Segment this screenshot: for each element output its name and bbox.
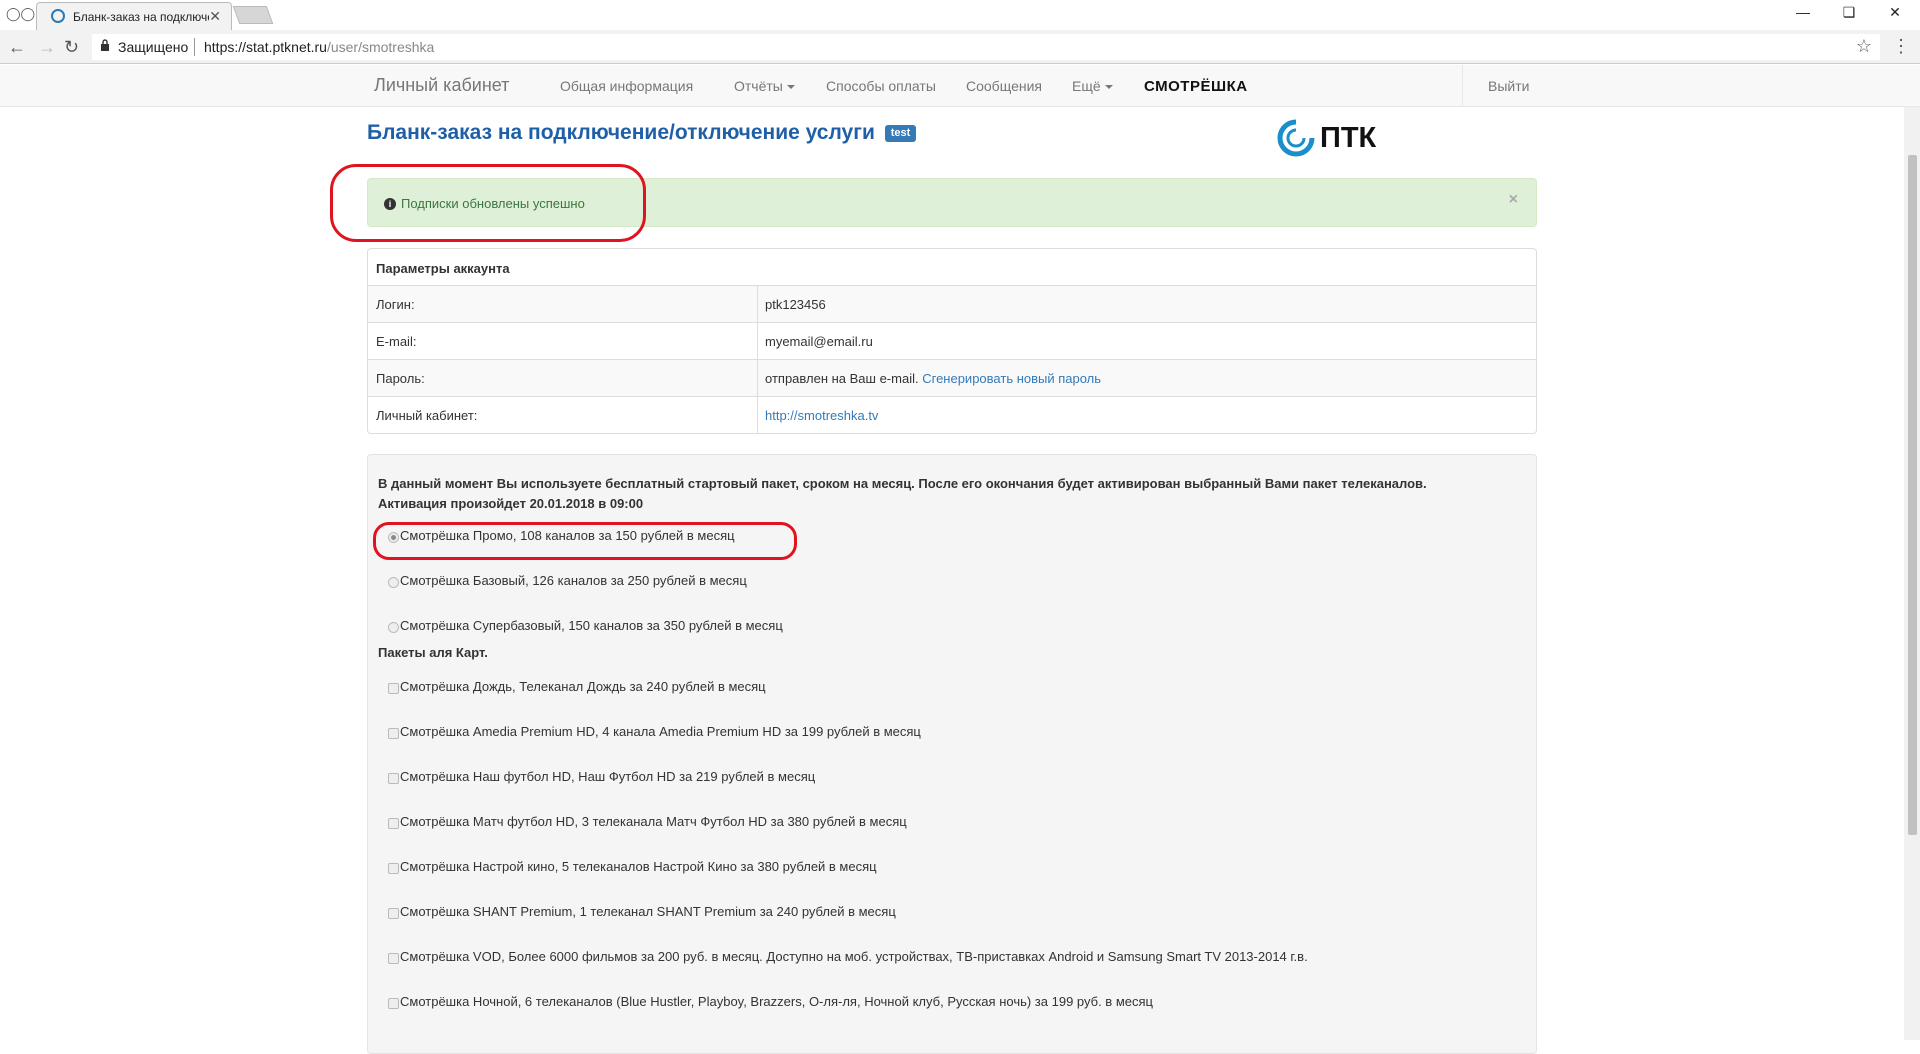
page-title: Бланк-заказ на подключение/отключение ус… bbox=[367, 121, 917, 145]
url-text[interactable]: https://stat.ptknet.ru/user/smotreshka bbox=[204, 39, 434, 55]
row-key: Пароль: bbox=[376, 371, 425, 386]
url-path: /user/smotreshka bbox=[326, 39, 435, 55]
option-label: Смотрёшка Дождь, Телеканал Дождь за 240 … bbox=[400, 679, 766, 694]
url-separator bbox=[194, 38, 195, 56]
favicon-icon bbox=[51, 9, 65, 23]
new-tab-button[interactable] bbox=[232, 6, 274, 24]
url-host: https://stat.ptknet.ru bbox=[204, 39, 327, 55]
addon-checkbox[interactable]: Смотрёшка SHANT Premium, 1 телеканал SHA… bbox=[388, 904, 896, 919]
row-key: E-mail: bbox=[376, 334, 417, 349]
row-value: myemail@email.ru bbox=[757, 323, 1536, 359]
address-toolbar: ← → ↻ Защищено https://stat.ptknet.ru/us… bbox=[0, 30, 1920, 64]
checkbox[interactable] bbox=[388, 728, 399, 739]
nav-reports-label: Отчёты bbox=[734, 78, 783, 94]
ptk-logo-text: ПТК bbox=[1320, 122, 1377, 154]
nav-reports[interactable]: Отчёты bbox=[734, 78, 795, 94]
nav-more-label: Ещё bbox=[1072, 78, 1101, 94]
account-panel-heading: Параметры аккаунта bbox=[368, 249, 1536, 286]
back-icon[interactable]: ← bbox=[8, 37, 26, 58]
table-row: Логин: ptk123456 bbox=[368, 286, 1536, 323]
tab-title: Бланк-заказ на подключение bbox=[73, 10, 209, 24]
smotreshka-logo[interactable]: СМОТРЁШКА bbox=[1144, 78, 1248, 95]
row-value: http://smotreshka.tv bbox=[757, 397, 1536, 433]
radio-button[interactable] bbox=[388, 577, 399, 588]
notice-line-1: В данный момент Вы используете бесплатны… bbox=[378, 476, 1427, 491]
secure-label: Защищено bbox=[118, 39, 189, 55]
addon-checkbox[interactable]: Смотрёшка VOD, Более 6000 фильмов за 200… bbox=[388, 949, 1308, 964]
option-label: Смотрёшка Amedia Premium HD, 4 канала Am… bbox=[400, 724, 921, 739]
option-label: Смотрёшка Супербазовый, 150 каналов за 3… bbox=[400, 618, 783, 633]
chevron-down-icon bbox=[786, 85, 795, 90]
page-title-text: Бланк-заказ на подключение/отключение ус… bbox=[367, 121, 875, 144]
browser-menu-icon[interactable]: ⋮ bbox=[1892, 36, 1910, 57]
addon-checkbox[interactable]: Смотрёшка Amedia Premium HD, 4 канала Am… bbox=[388, 724, 921, 739]
account-params-panel: Параметры аккаунта Логин: ptk123456 E-ma… bbox=[367, 248, 1537, 434]
checkbox[interactable] bbox=[388, 998, 399, 1009]
option-label: Смотрёшка Наш футбол HD, Наш Футбол HD з… bbox=[400, 769, 816, 784]
option-label: Смотрёшка VOD, Более 6000 фильмов за 200… bbox=[400, 949, 1308, 964]
addon-checkbox[interactable]: Смотрёшка Наш футбол HD, Наш Футбол HD з… bbox=[388, 769, 815, 784]
tab-close-icon[interactable]: ✕ bbox=[209, 8, 221, 25]
table-row: E-mail: myemail@email.ru bbox=[368, 323, 1536, 360]
row-key: Логин: bbox=[376, 297, 415, 312]
checkbox[interactable] bbox=[388, 953, 399, 964]
cabinet-link[interactable]: http://smotreshka.tv bbox=[765, 408, 878, 423]
notice-line-2: Активация произойдет 20.01.2018 в 09:00 bbox=[378, 496, 644, 511]
ptk-logo-icon bbox=[1277, 119, 1315, 157]
page-scrollbar[interactable] bbox=[1904, 107, 1920, 1040]
radio-button[interactable] bbox=[388, 622, 399, 633]
chevron-down-icon bbox=[1104, 85, 1113, 90]
option-label: Смотрёшка Ночной, 6 телеканалов (Blue Hu… bbox=[400, 994, 1153, 1009]
addon-checkbox[interactable]: Смотрёшка Матч футбол HD, 3 телеканала М… bbox=[388, 814, 907, 829]
addon-checkbox[interactable]: Смотрёшка Ночной, 6 телеканалов (Blue Hu… bbox=[388, 994, 1153, 1009]
option-label: Смотрёшка SHANT Premium, 1 телеканал SHA… bbox=[400, 904, 896, 919]
row-key: Личный кабинет: bbox=[376, 408, 478, 423]
forward-icon[interactable]: → bbox=[38, 37, 56, 58]
navbar-brand[interactable]: Личный кабинет bbox=[374, 75, 509, 96]
minimize-icon[interactable]: — bbox=[1780, 4, 1826, 20]
checkbox[interactable] bbox=[388, 683, 399, 694]
site-navbar: Личный кабинет Общая информация Отчёты С… bbox=[0, 65, 1920, 107]
option-label: Смотрёшка Настрой кино, 5 телеканалов На… bbox=[400, 859, 877, 874]
navbar-divider bbox=[1462, 65, 1463, 107]
table-row: Пароль: отправлен на Ваш e-mail. Сгенери… bbox=[368, 360, 1536, 397]
annotation-highlight bbox=[373, 522, 797, 560]
row-value: ptk123456 bbox=[757, 286, 1536, 322]
password-status: отправлен на Ваш e-mail. bbox=[765, 371, 919, 386]
reload-icon[interactable]: ↻ bbox=[64, 37, 79, 58]
url-bar[interactable]: Защищено https://stat.ptknet.ru/user/smo… bbox=[92, 34, 1880, 60]
checkbox[interactable] bbox=[388, 908, 399, 919]
nav-general-info[interactable]: Общая информация bbox=[560, 78, 693, 94]
table-row: Личный кабинет: http://smotreshka.tv bbox=[368, 397, 1536, 433]
browser-tab[interactable]: Бланк-заказ на подключение ✕ bbox=[36, 2, 232, 30]
checkbox[interactable] bbox=[388, 863, 399, 874]
addons-section-label: Пакеты аля Карт. bbox=[378, 645, 488, 660]
browser-tab-bar: ◯◯ Бланк-заказ на подключение ✕ — ❏ ✕ bbox=[0, 0, 1920, 30]
window-close-icon[interactable]: ✕ bbox=[1872, 4, 1918, 21]
option-label: Смотрёшка Базовый, 126 каналов за 250 ру… bbox=[400, 573, 747, 588]
logout-link[interactable]: Выйти bbox=[1488, 78, 1529, 94]
package-radio-superbasic[interactable]: Смотрёшка Супербазовый, 150 каналов за 3… bbox=[388, 618, 783, 633]
row-value: отправлен на Ваш e-mail. Сгенерировать н… bbox=[757, 360, 1536, 396]
bookmark-star-icon[interactable]: ☆ bbox=[1856, 36, 1872, 57]
nav-more[interactable]: Ещё bbox=[1072, 78, 1113, 94]
nav-messages[interactable]: Сообщения bbox=[966, 78, 1042, 94]
restore-icon[interactable]: ❏ bbox=[1826, 4, 1872, 21]
annotation-highlight bbox=[330, 164, 646, 242]
addon-checkbox[interactable]: Смотрёшка Настрой кино, 5 телеканалов На… bbox=[388, 859, 877, 874]
nav-payment-methods[interactable]: Способы оплаты bbox=[826, 78, 936, 94]
generate-password-link[interactable]: Сгенерировать новый пароль bbox=[922, 371, 1101, 386]
checkbox[interactable] bbox=[388, 818, 399, 829]
alert-close-icon[interactable]: × bbox=[1509, 191, 1518, 209]
incognito-icon: ◯◯ bbox=[6, 6, 36, 21]
option-label: Смотрёшка Матч футбол HD, 3 телеканала М… bbox=[400, 814, 907, 829]
addon-checkbox[interactable]: Смотрёшка Дождь, Телеканал Дождь за 240 … bbox=[388, 679, 766, 694]
test-badge: test bbox=[884, 124, 917, 142]
scrollbar-thumb[interactable] bbox=[1908, 155, 1917, 835]
package-radio-basic[interactable]: Смотрёшка Базовый, 126 каналов за 250 ру… bbox=[388, 573, 747, 588]
ptk-logo: ПТК bbox=[1276, 118, 1386, 160]
package-notice: В данный момент Вы используете бесплатны… bbox=[378, 474, 1528, 514]
checkbox[interactable] bbox=[388, 773, 399, 784]
lock-icon bbox=[101, 39, 109, 51]
